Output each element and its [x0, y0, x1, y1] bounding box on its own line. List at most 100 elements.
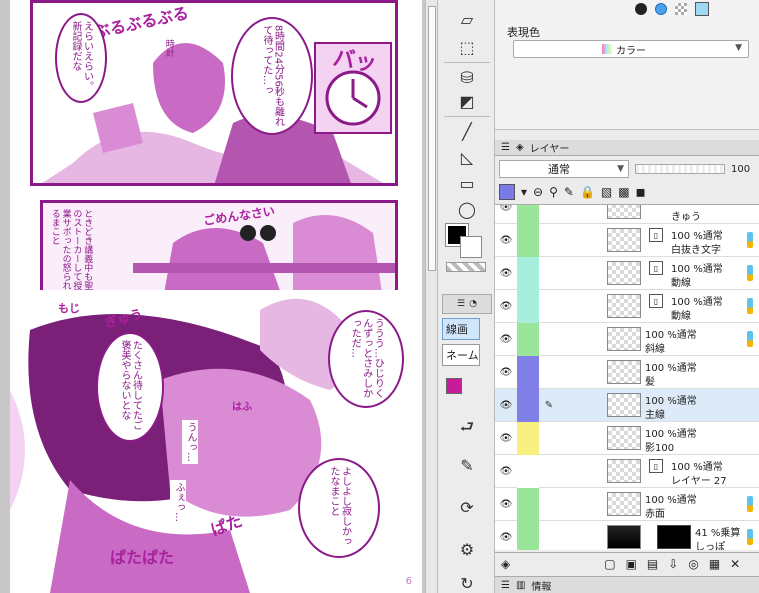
chevron-down-icon[interactable]: ▾ [521, 185, 527, 199]
layer-list[interactable]: 👁 きゅう 👁 ▯ 100 %通常 白抜き文字 👁 ▯ 100 %通常 動線 👁… [495, 204, 759, 550]
layer-color-swatch[interactable] [499, 184, 515, 200]
visibility-eye-icon[interactable]: 👁 [495, 205, 517, 224]
mask-link-icon: ▯ [649, 228, 663, 242]
layer-color-icon[interactable]: ◼ [636, 185, 646, 199]
gradient-icon[interactable]: ◩ [450, 88, 484, 114]
layer-row[interactable]: 👁 100 %通常 影100 [495, 422, 759, 455]
layer-mask-thumbnail [657, 525, 691, 549]
canvas-area[interactable]: ぶるぶるぶる バッ 時計 えらいえらい。新記録だな 8時間24分56秒も離れて待… [0, 0, 425, 593]
layer-row[interactable]: 👁 きゅう [495, 205, 759, 224]
new-layer-icon[interactable]: ▢ [604, 557, 615, 571]
layer-thumbnail [607, 360, 641, 384]
editing-pen-icon: ✎ [544, 400, 554, 411]
merge-down-icon[interactable]: ⇩ [668, 557, 678, 571]
manga-page[interactable]: ぶるぶるぶる バッ 時計 えらいえらい。新記録だな 8時間24分56秒も離れて待… [10, 0, 422, 593]
tool-separator [444, 62, 490, 63]
blend-mode-select[interactable]: 通常 ▼ [499, 160, 629, 178]
visibility-eye-icon[interactable]: 👁 [495, 422, 517, 455]
fill-bucket-icon[interactable]: ⛁ [450, 64, 484, 90]
layer-row[interactable]: 👁 100 %通常 髪 [495, 356, 759, 389]
transparent-color-swatch[interactable] [446, 262, 486, 272]
layer-name: 髪 [645, 377, 655, 388]
layer-row[interactable]: 👁 ▯ 100 %通常 動線 [495, 257, 759, 290]
tool-palette: ▱ ⬚ ⛁ ◩ ╱ ◺ ▭ ◯ ☰ ◔ 線画 ネーム ⮐ ✎ ⟳ ⚙ ↻ [437, 0, 495, 593]
image-layer-icon[interactable]: ▦ [709, 557, 720, 571]
layer-thumbnail [607, 294, 641, 318]
lock-transparent-icon[interactable]: ▧ [601, 185, 612, 199]
3d-object-icon[interactable]: ⬚ [450, 34, 484, 60]
layer-name: しっぽ [695, 542, 725, 550]
visibility-eye-icon[interactable]: 👁 [495, 323, 517, 356]
visibility-eye-icon[interactable]: 👁 [495, 257, 517, 290]
color-black-dot[interactable] [635, 3, 647, 15]
current-color-swatch[interactable] [446, 378, 462, 394]
edit-pen-icon[interactable]: ✎ [450, 452, 484, 478]
canvas-scrollbar[interactable] [425, 0, 437, 593]
layer-row[interactable]: 👁 ▯ 100 %通常 白抜き文字 [495, 224, 759, 257]
layer-thumbnail [607, 327, 641, 351]
panel-grip-icon: ☰ [501, 579, 510, 591]
visibility-eye-icon[interactable]: 👁 [495, 356, 517, 389]
new-vector-layer-icon[interactable]: ▣ [626, 557, 637, 571]
layer-property-row: ▾ ⊖ ⚲ ✎ 🔒 ▧ ▩ ◼ [495, 182, 759, 202]
fill-color-icon[interactable] [695, 2, 709, 16]
layer-row[interactable]: 👁 41 %乗算 しっぽ [495, 521, 759, 550]
subtool-tab[interactable]: ☰ ◔ [442, 294, 492, 314]
mask-link-icon: ▯ [649, 261, 663, 275]
layer-blend-info: 100 %通常 [645, 396, 697, 407]
layer-row[interactable]: 👁 100 %通常 赤面 [495, 488, 759, 521]
layer-row[interactable]: 👁 100 %通常 斜線 [495, 323, 759, 356]
pen-icon [747, 331, 753, 347]
layer-blend-info: 100 %通常 [671, 231, 723, 242]
refresh-doc-icon[interactable]: ⟳ [450, 494, 484, 520]
clip-icon[interactable]: ⊖ [533, 185, 543, 199]
settings-gear-icon[interactable]: ⚙ [450, 536, 484, 562]
layer-row[interactable]: 👁 ▯ 100 %通常 動線 [495, 290, 759, 323]
eraser-icon[interactable]: ▱ [450, 6, 484, 32]
subtool-lineart[interactable]: 線画 [442, 318, 480, 340]
panel-1: ぶるぶるぶる バッ 時計 えらいえらい。新記録だな 8時間24分56秒も離れて待… [30, 0, 398, 186]
transparent-swatch-icon[interactable] [675, 3, 687, 15]
draft-icon[interactable]: ✎ [564, 185, 574, 199]
opacity-slider[interactable] [635, 164, 725, 174]
chevron-down-icon: ▼ [617, 164, 624, 174]
spinner-icon[interactable]: ↻ [450, 570, 484, 593]
layers-icon[interactable]: ◈ [501, 557, 510, 571]
mask-icon[interactable]: ▩ [618, 185, 629, 199]
subtool-name[interactable]: ネーム [442, 344, 480, 366]
layer-blend-info: 100 %通常 [671, 264, 723, 275]
visibility-eye-icon[interactable]: 👁 [495, 290, 517, 323]
visibility-eye-icon[interactable]: 👁 [495, 488, 517, 521]
visibility-eye-icon[interactable]: 👁 [495, 224, 517, 257]
ruler-icon[interactable]: ◺ [450, 144, 484, 170]
layer-row[interactable]: 👁 ▯ 100 %通常 レイヤー 27 [495, 455, 759, 488]
lock-icon[interactable]: 🔒 [580, 185, 595, 199]
line-tool-icon[interactable]: ╱ [450, 118, 484, 144]
visibility-eye-icon[interactable]: 👁 [495, 521, 517, 550]
layer-color-band [517, 389, 539, 422]
sub-color-swatch[interactable] [460, 236, 482, 258]
visibility-eye-icon[interactable]: 👁 [495, 389, 517, 422]
mask-add-icon[interactable]: ◎ [688, 557, 698, 571]
expression-color-label: 表現色 [507, 26, 540, 39]
expression-color-select[interactable]: カラー ▼ [513, 40, 749, 58]
sfx-moji: もじ [58, 302, 80, 315]
scrollbar-thumb[interactable] [428, 6, 436, 271]
pen-icon [747, 529, 753, 545]
new-folder-icon[interactable]: ▤ [647, 557, 658, 571]
frame-border-icon[interactable]: ▭ [450, 170, 484, 196]
layer-thumbnail [607, 459, 641, 483]
layer-panel-tab[interactable]: ☰ ◈ レイヤー [495, 140, 759, 156]
chevron-down-icon: ▼ [735, 43, 742, 53]
visibility-eye-icon[interactable]: 👁 [495, 455, 517, 488]
undo-arrow-icon[interactable]: ⮐ [450, 416, 484, 442]
layer-row-selected[interactable]: 👁 ✎ 100 %通常 主線 [495, 389, 759, 422]
color-blue-dot[interactable] [655, 3, 667, 15]
delete-layer-icon[interactable]: ✕ [730, 557, 740, 571]
layer-name: きゅう [671, 212, 701, 223]
ref-layer-icon[interactable]: ⚲ [549, 185, 558, 199]
info-tab[interactable]: ☰ ▥ 情報 [495, 576, 759, 593]
balloon-icon[interactable]: ◯ [450, 196, 484, 222]
tab-grip-icon: ☰ [457, 299, 466, 309]
layer-color-band [517, 205, 539, 224]
